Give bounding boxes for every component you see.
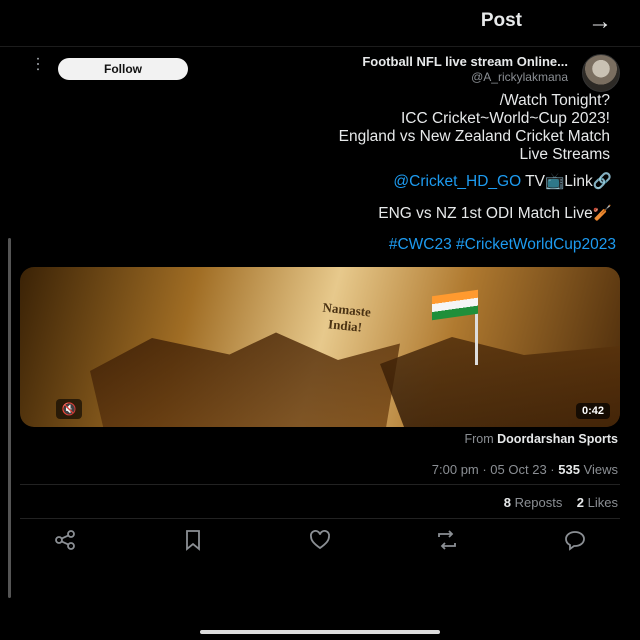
share-icon[interactable] — [50, 528, 80, 552]
views-label: Views — [579, 462, 618, 477]
tv-link-line: @Cricket_HD_GO TV📺Link🔗 — [393, 172, 612, 191]
post-text-line: England vs New Zealand Cricket Match — [338, 128, 610, 145]
screen: Post → Football NFL live stream Online..… — [0, 0, 640, 640]
repost-icon[interactable] — [432, 528, 462, 552]
india-flag — [432, 289, 478, 321]
divider — [20, 518, 620, 519]
post-text-line: Live Streams — [519, 146, 610, 163]
avatar[interactable] — [582, 54, 620, 92]
follow-button[interactable]: Follow — [58, 58, 188, 80]
scrollbar[interactable] — [8, 238, 11, 598]
home-indicator[interactable] — [200, 630, 440, 634]
reposts-count[interactable]: 8 — [504, 495, 511, 510]
divider — [20, 484, 620, 485]
video-source: From Doordarshan Sports — [464, 432, 618, 446]
post-text-line: /Watch Tonight? — [499, 92, 610, 109]
match-line: ENG vs NZ 1st ODI Match Live🏏 — [378, 205, 612, 222]
author-name[interactable]: Football NFL live stream Online... — [362, 54, 568, 69]
post-text-line: ICC Cricket~World~Cup 2023! — [400, 110, 610, 127]
post-time: 7:00 pm · 05 Oct 23 · — [431, 462, 559, 477]
top-bar: Post → — [0, 0, 640, 47]
heart-icon[interactable] — [305, 528, 335, 552]
reply-icon[interactable] — [560, 528, 590, 552]
likes-label[interactable]: Likes — [584, 495, 618, 510]
author-row: Football NFL live stream Online... @A_ri… — [0, 52, 640, 92]
bookmark-icon[interactable] — [178, 528, 208, 552]
mention-link[interactable]: @Cricket_HD_GO — [393, 173, 521, 190]
video-duration: 0:42 — [575, 403, 610, 419]
post-meta: 7:00 pm · 05 Oct 23 · 535 Views — [432, 462, 618, 477]
video-player[interactable]: Namaste India! 0:42 🔇 — [20, 267, 620, 427]
source-name[interactable]: Doordarshan Sports — [497, 432, 618, 446]
namaste-sign: Namaste India! — [293, 297, 398, 357]
mute-icon[interactable]: 🔇 — [56, 399, 82, 419]
page-title: Post — [480, 10, 522, 31]
tv-link-label: TV📺Link🔗 — [525, 173, 612, 190]
hashtags[interactable]: #CWC23 #CricketWorldCup2023 — [389, 236, 616, 254]
action-bar — [0, 524, 640, 554]
author-handle[interactable]: @A_rickylakmana — [471, 70, 568, 84]
engagement-stats: 8 Reposts 2 Likes — [504, 495, 618, 510]
likes-count[interactable]: 2 — [577, 495, 584, 510]
views-count: 535 — [558, 462, 580, 477]
source-prefix: From — [464, 432, 494, 446]
more-icon[interactable]: ⋯ — [28, 56, 47, 72]
reposts-label[interactable]: Reposts — [511, 495, 563, 510]
back-arrow-icon[interactable]: → — [588, 8, 612, 36]
